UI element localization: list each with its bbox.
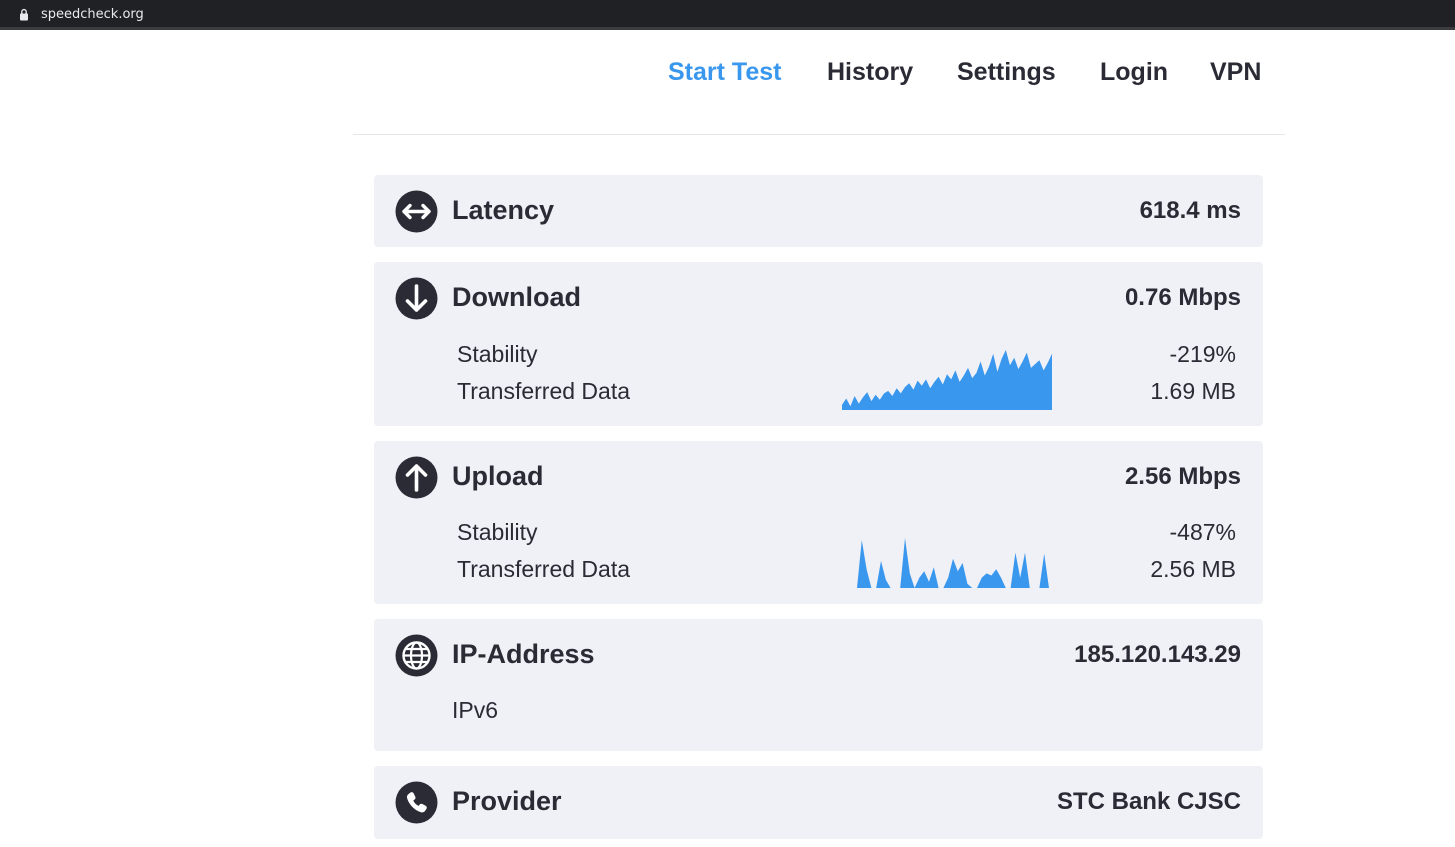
upload-stability-value: -487%: [1169, 519, 1236, 545]
nav-divider: [353, 134, 1285, 135]
ip-version: IPv6: [452, 697, 499, 723]
download-label: Download: [452, 282, 581, 312]
main-nav: Start Test History Settings Login VPN: [0, 58, 1455, 94]
latency-value: 618.4 ms: [1139, 197, 1241, 224]
upload-transferred-label: Transferred Data: [457, 556, 630, 582]
latency-label: Latency: [452, 195, 555, 225]
download-value: 0.76 Mbps: [1124, 284, 1241, 311]
nav-history[interactable]: History: [827, 58, 913, 87]
provider-card: Provider STC Bank CJSC: [374, 766, 1263, 839]
download-transferred-value: 1.69 MB: [1150, 378, 1236, 404]
ip-card: IP-Address 185.120.143.29 IPv6: [374, 619, 1263, 751]
globe-icon: [395, 634, 438, 677]
upload-graph: [857, 538, 1049, 588]
browser-url-bar[interactable]: speedcheck.org: [0, 0, 1455, 30]
provider-value: STC Bank CJSC: [1056, 788, 1241, 815]
download-transferred-label: Transferred Data: [457, 378, 630, 404]
arrow-down-icon: [395, 277, 438, 320]
upload-card: Upload 2.56 Mbps Stability Transferred D…: [374, 441, 1263, 604]
nav-login[interactable]: Login: [1100, 58, 1168, 87]
arrows-horizontal-icon: [395, 190, 438, 233]
provider-label: Provider: [452, 786, 562, 816]
url-text[interactable]: speedcheck.org: [41, 7, 144, 22]
upload-value: 2.56 Mbps: [1124, 463, 1241, 490]
upload-transferred-value: 2.56 MB: [1150, 556, 1236, 582]
upload-stability-label: Stability: [457, 519, 538, 545]
ip-label: IP-Address: [452, 639, 595, 669]
download-graph: [842, 350, 1052, 410]
phone-icon: [395, 781, 438, 824]
ul-graph-area: [857, 538, 1049, 588]
nav-start-test[interactable]: Start Test: [668, 58, 781, 87]
lock-icon: [20, 8, 28, 21]
arrow-up-icon: [395, 456, 438, 499]
download-card: Download 0.76 Mbps Stability Transferred…: [374, 262, 1263, 426]
nav-settings[interactable]: Settings: [957, 58, 1056, 87]
download-stability-label: Stability: [457, 341, 538, 367]
download-stability-value: -219%: [1169, 341, 1236, 367]
latency-card: Latency 618.4 ms: [374, 175, 1263, 247]
dl-graph-area: [842, 350, 1052, 410]
upload-label: Upload: [452, 461, 544, 491]
ip-value: 185.120.143.29: [1074, 641, 1241, 668]
nav-vpn[interactable]: VPN: [1210, 58, 1261, 87]
